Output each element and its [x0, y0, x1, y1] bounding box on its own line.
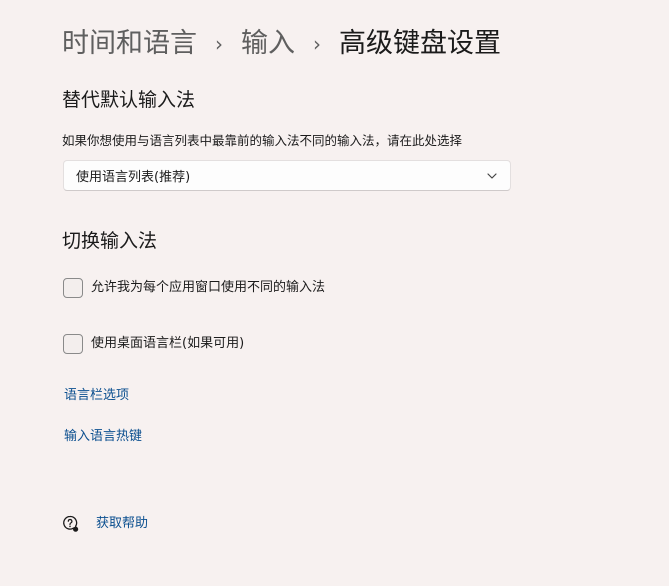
- get-help-link[interactable]: 获取帮助: [62, 514, 148, 534]
- help-chat-icon: [62, 515, 80, 533]
- per-app-input-method-option[interactable]: 允许我为每个应用窗口使用不同的输入法: [63, 278, 325, 298]
- language-bar-options-link[interactable]: 语言栏选项: [64, 386, 129, 406]
- breadcrumb-separator: ›: [313, 32, 321, 56]
- per-app-input-method-label[interactable]: 允许我为每个应用窗口使用不同的输入法: [91, 278, 325, 298]
- breadcrumb: 时间和语言 › 输入 › 高级键盘设置: [62, 24, 501, 64]
- override-input-method-description: 如果你想使用与语言列表中最靠前的输入法不同的输入法，请在此处选择: [62, 133, 463, 148]
- get-help-label[interactable]: 获取帮助: [96, 514, 148, 534]
- per-app-input-method-checkbox[interactable]: [63, 278, 83, 298]
- page-title: 高级键盘设置: [339, 28, 501, 59]
- breadcrumb-time-language[interactable]: 时间和语言: [62, 24, 197, 64]
- override-input-method-heading: 替代默认输入法: [62, 89, 196, 111]
- breadcrumb-input[interactable]: 输入: [241, 24, 295, 64]
- desktop-language-bar-option[interactable]: 使用桌面语言栏(如果可用): [63, 334, 244, 354]
- switch-input-method-heading: 切换输入法: [62, 230, 158, 252]
- chevron-down-icon: [486, 170, 498, 182]
- default-input-method-dropdown[interactable]: 使用语言列表(推荐): [63, 160, 511, 191]
- advanced-keyboard-settings-page: 时间和语言 › 输入 › 高级键盘设置 替代默认输入法 如果你想使用与语言列表中…: [0, 0, 669, 586]
- dropdown-selected-value: 使用语言列表(推荐): [76, 170, 191, 185]
- breadcrumb-separator: ›: [215, 32, 223, 56]
- desktop-language-bar-checkbox[interactable]: [63, 334, 83, 354]
- input-language-hotkeys-link[interactable]: 输入语言热键: [64, 427, 142, 447]
- desktop-language-bar-label[interactable]: 使用桌面语言栏(如果可用): [91, 334, 244, 354]
